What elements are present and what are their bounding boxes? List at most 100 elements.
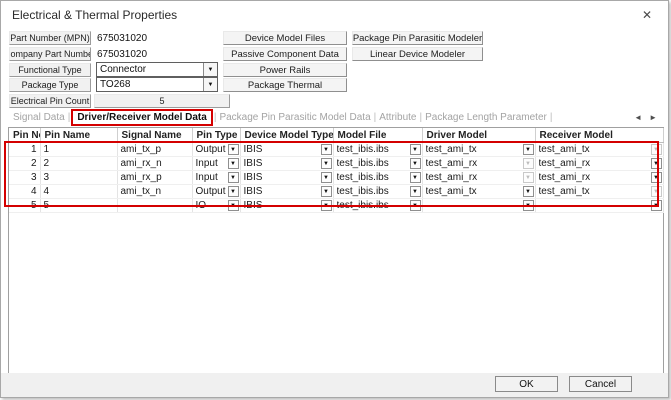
tab-attribute[interactable]: Attribute (377, 112, 418, 123)
dropdown-arrow-icon[interactable]: ▼ (651, 158, 662, 169)
dropdown-arrow-icon[interactable]: ▼ (523, 200, 534, 211)
functional-type-label: Functional Type (9, 63, 91, 77)
dropdown-arrow-icon[interactable]: ▼ (321, 200, 332, 211)
col-header-pin-name[interactable]: Pin Name (40, 128, 117, 143)
pin-type-dropdown[interactable]: IO▼ (192, 199, 240, 213)
cancel-button[interactable]: Cancel (569, 376, 632, 392)
device-model-type-dropdown[interactable]: IBIS▼ (240, 157, 333, 171)
driver-model-dropdown[interactable]: test_ami_tx▼ (422, 143, 535, 157)
col-header-signal-name[interactable]: Signal Name (117, 128, 192, 143)
close-icon[interactable]: ✕ (632, 1, 662, 28)
tab-driver-receiver-model-data[interactable]: Driver/Receiver Model Data (71, 109, 213, 126)
model-file-dropdown[interactable]: test_ibis.ibs▼ (333, 171, 422, 185)
tab-scroll-right-icon[interactable]: ► (649, 113, 657, 122)
cell-signal-name[interactable]: ami_rx_p (117, 171, 192, 185)
ok-button[interactable]: OK (495, 376, 558, 392)
package-pin-parasitic-modeler-button[interactable]: Package Pin Parasitic Modeler (352, 31, 483, 45)
tab-signal-data[interactable]: Signal Data (11, 112, 67, 123)
col-header-driver-model[interactable]: Driver Model (422, 128, 535, 143)
dropdown-arrow-icon[interactable]: ▼ (410, 200, 421, 211)
tab-strip: Signal Data | Driver/Receiver Model Data… (8, 108, 661, 127)
model-file-dropdown[interactable]: test_ibis.ibs▼ (333, 157, 422, 171)
dropdown-value: test_ami_tx (426, 144, 523, 155)
dropdown-arrow-icon[interactable]: ▼ (228, 158, 239, 169)
cell-signal-name[interactable]: ami_tx_p (117, 143, 192, 157)
dropdown-arrow-icon: ▼ (523, 172, 534, 183)
pin-type-dropdown[interactable]: Output▼ (192, 143, 240, 157)
col-header-device-model-type[interactable]: Device Model Type (240, 128, 333, 143)
model-file-dropdown[interactable]: test_ibis.ibs▼ (333, 143, 422, 157)
dropdown-arrow-icon[interactable]: ▼ (321, 186, 332, 197)
tab-package-pin-parasitic-model-data[interactable]: Package Pin Parasitic Model Data (217, 112, 372, 123)
cell-signal-name[interactable] (117, 199, 192, 213)
device-model-files-button[interactable]: Device Model Files (223, 31, 347, 45)
tab-scroll-left-icon[interactable]: ◄ (634, 113, 642, 122)
receiver-model-dropdown[interactable]: ▼ (535, 199, 663, 213)
pin-type-dropdown[interactable]: Input▼ (192, 171, 240, 185)
pin-type-dropdown[interactable]: Output▼ (192, 185, 240, 199)
receiver-model-dropdown[interactable]: test_ami_tx▼ (535, 185, 663, 199)
cell-pin-name[interactable]: 2 (40, 157, 117, 171)
functional-type-combo[interactable]: Connector ▼ (96, 62, 218, 77)
dropdown-arrow-icon[interactable]: ▼ (523, 186, 534, 197)
passive-component-data-button[interactable]: Passive Component Data (223, 47, 347, 61)
pin-type-dropdown[interactable]: Input▼ (192, 157, 240, 171)
driver-model-dropdown[interactable]: test_ami_rx▼ (422, 171, 535, 185)
receiver-model-dropdown[interactable]: test_ami_rx▼ (535, 171, 663, 185)
device-model-type-dropdown[interactable]: IBIS▼ (240, 199, 333, 213)
cell-signal-name[interactable]: ami_rx_n (117, 157, 192, 171)
cell-pin-name[interactable]: 5 (40, 199, 117, 213)
device-model-type-dropdown[interactable]: IBIS▼ (240, 143, 333, 157)
dropdown-value: test_ami_rx (539, 158, 651, 169)
chevron-down-icon[interactable]: ▼ (203, 63, 217, 76)
dropdown-arrow-icon[interactable]: ▼ (228, 186, 239, 197)
receiver-model-dropdown[interactable]: test_ami_rx▼ (535, 157, 663, 171)
dropdown-arrow-icon[interactable]: ▼ (410, 172, 421, 183)
model-file-dropdown[interactable]: test_ibis.ibs▼ (333, 185, 422, 199)
dropdown-arrow-icon[interactable]: ▼ (321, 172, 332, 183)
dropdown-arrow-icon[interactable]: ▼ (523, 144, 534, 155)
dropdown-arrow-icon[interactable]: ▼ (321, 158, 332, 169)
dropdown-arrow-icon: ▼ (651, 144, 662, 155)
dropdown-arrow-icon[interactable]: ▼ (321, 144, 332, 155)
driver-model-dropdown[interactable]: ▼ (422, 199, 535, 213)
tab-package-length-parameter[interactable]: Package Length Parameter (423, 112, 549, 123)
device-model-type-dropdown[interactable]: IBIS▼ (240, 185, 333, 199)
linear-device-modeler-button[interactable]: Linear Device Modeler (352, 47, 483, 61)
col-header-pin-type[interactable]: Pin Type (192, 128, 240, 143)
receiver-model-dropdown[interactable]: test_ami_tx▼ (535, 143, 663, 157)
dropdown-arrow-icon[interactable]: ▼ (228, 144, 239, 155)
device-model-type-dropdown[interactable]: IBIS▼ (240, 171, 333, 185)
package-thermal-button[interactable]: Package Thermal (223, 78, 347, 92)
driver-model-dropdown[interactable]: test_ami_tx▼ (422, 185, 535, 199)
dropdown-value: test_ami_tx (426, 186, 523, 197)
dropdown-arrow-icon[interactable]: ▼ (228, 200, 239, 211)
package-type-combo[interactable]: TO268 ▼ (96, 77, 218, 92)
driver-model-dropdown[interactable]: test_ami_rx▼ (422, 157, 535, 171)
cell-signal-name[interactable]: ami_tx_n (117, 185, 192, 199)
cell-pin-name[interactable]: 4 (40, 185, 117, 199)
cell-pin-name[interactable]: 1 (40, 143, 117, 157)
dropdown-arrow-icon[interactable]: ▼ (651, 200, 662, 211)
col-header-pin-no[interactable]: Pin No (9, 128, 40, 143)
col-header-receiver-model[interactable]: Receiver Model (535, 128, 663, 143)
cell-pin-name[interactable]: 3 (40, 171, 117, 185)
part-number-label: Part Number (MPN) (9, 31, 91, 45)
cell-pin-no: 1 (9, 143, 40, 157)
dropdown-value: test_ami_rx (539, 172, 651, 183)
model-file-dropdown[interactable]: test_ibis.ibs▼ (333, 199, 422, 213)
dropdown-arrow-icon[interactable]: ▼ (651, 172, 662, 183)
power-rails-button[interactable]: Power Rails (223, 63, 347, 77)
package-type-value: TO268 (97, 78, 203, 91)
electrical-thermal-properties-dialog: Electrical & Thermal Properties ✕ Part N… (0, 0, 669, 398)
dropdown-arrow-icon[interactable]: ▼ (410, 158, 421, 169)
dropdown-arrow-icon[interactable]: ▼ (410, 144, 421, 155)
cell-pin-no: 4 (9, 185, 40, 199)
tab-separator: | (374, 112, 377, 123)
chevron-down-icon[interactable]: ▼ (203, 78, 217, 91)
dropdown-value: IBIS (244, 200, 321, 211)
dropdown-arrow-icon[interactable]: ▼ (228, 172, 239, 183)
col-header-model-file[interactable]: Model File (333, 128, 422, 143)
dropdown-arrow-icon[interactable]: ▼ (410, 186, 421, 197)
pin-model-table: Pin No Pin Name Signal Name Pin Type Dev… (9, 128, 664, 213)
